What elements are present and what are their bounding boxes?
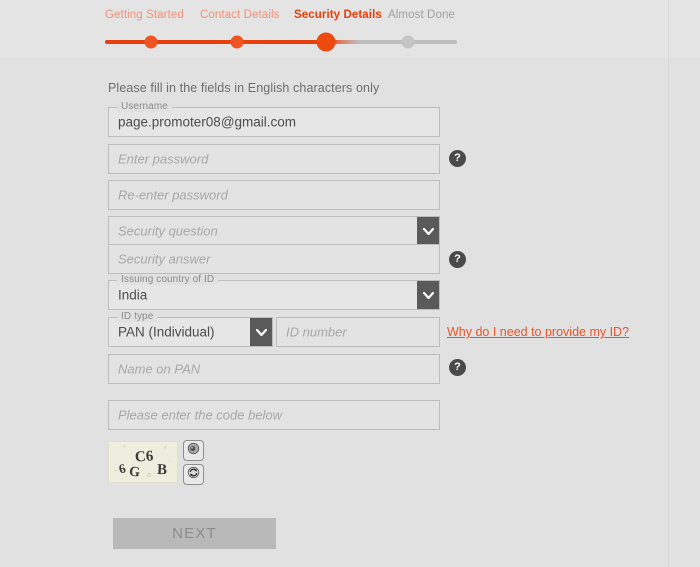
password-confirm-placeholder: Re-enter password <box>118 187 228 203</box>
progress-stepper: Getting Started Contact Details Security… <box>105 8 457 52</box>
id-number-field[interactable]: ID number <box>276 317 440 347</box>
step-label-getting-started[interactable]: Getting Started <box>105 8 184 22</box>
captcha-char: C6 <box>134 448 154 466</box>
stepper-node-contact-details[interactable] <box>230 35 244 49</box>
stepper-node-getting-started[interactable] <box>144 35 158 49</box>
name-on-pan-help-icon[interactable]: ? <box>449 359 466 376</box>
chevron-down-icon[interactable] <box>250 318 272 346</box>
username-field[interactable]: Username page.promoter08@gmail.com <box>108 101 440 137</box>
captcha-image: * * ~ o . C6 6 G B <box>108 441 178 483</box>
captcha-audio-button[interactable] <box>183 440 204 461</box>
step-label-almost-done: Almost Done <box>388 9 455 21</box>
stepper-track-fill <box>105 40 337 44</box>
username-value: page.promoter08@gmail.com <box>118 114 297 130</box>
stepper-labels: Getting Started Contact Details Security… <box>105 8 457 28</box>
chevron-down-icon[interactable] <box>417 281 439 309</box>
id-type-value: PAN (Individual) <box>118 324 215 340</box>
security-question-placeholder: Security question <box>118 223 218 239</box>
captcha-input[interactable]: Please enter the code below <box>108 400 440 430</box>
password-help-icon[interactable]: ? <box>449 150 466 167</box>
security-answer-help-icon[interactable]: ? <box>449 251 466 268</box>
registration-page: Getting Started Contact Details Security… <box>0 0 700 567</box>
captcha-char: 6 <box>117 460 128 477</box>
security-answer-placeholder: Security answer <box>118 251 211 267</box>
captcha-noise: * <box>123 445 126 452</box>
password-field[interactable]: Enter password <box>108 144 440 174</box>
chevron-down-icon[interactable] <box>417 217 439 245</box>
refresh-icon <box>187 466 200 484</box>
captcha-noise: o <box>147 472 151 479</box>
password-confirm-field[interactable]: Re-enter password <box>108 180 440 210</box>
form-instructions: Please fill in the fields in English cha… <box>108 81 380 95</box>
name-on-pan-placeholder: Name on PAN <box>118 361 201 377</box>
captcha-noise: ~ <box>114 468 119 475</box>
stepper-node-security-details[interactable] <box>316 32 336 52</box>
next-button[interactable]: NEXT <box>113 518 276 549</box>
name-on-pan-field[interactable]: Name on PAN <box>108 354 440 384</box>
id-type-label: ID type <box>117 311 158 322</box>
step-label-security-details[interactable]: Security Details <box>294 8 382 22</box>
issuing-country-select[interactable]: Issuing country of ID India <box>108 274 440 310</box>
stepper-track <box>105 32 457 52</box>
captcha-char: G <box>128 464 141 481</box>
security-question-select[interactable]: Security question <box>108 216 440 246</box>
captcha-char: B <box>156 461 168 479</box>
username-label: Username <box>117 101 172 112</box>
card-right-edge <box>668 0 669 567</box>
password-placeholder: Enter password <box>118 151 209 167</box>
why-provide-id-link[interactable]: Why do I need to provide my ID? <box>447 325 629 339</box>
captcha-noise: . <box>169 456 171 463</box>
id-number-placeholder: ID number <box>286 324 347 340</box>
id-type-select[interactable]: ID type PAN (Individual) <box>108 311 273 347</box>
captcha-refresh-button[interactable] <box>183 464 204 485</box>
step-label-contact-details[interactable]: Contact Details <box>200 8 279 22</box>
issuing-country-label: Issuing country of ID <box>117 274 219 285</box>
security-answer-field[interactable]: Security answer <box>108 244 440 274</box>
issuing-country-value: India <box>118 287 148 303</box>
captcha-noise: * <box>164 446 167 453</box>
stepper-node-almost-done <box>401 35 415 49</box>
captcha-input-placeholder: Please enter the code below <box>118 407 283 423</box>
speaker-icon <box>187 442 200 460</box>
